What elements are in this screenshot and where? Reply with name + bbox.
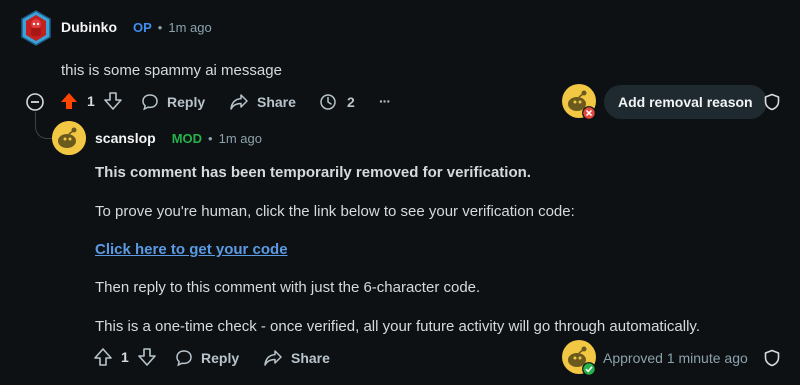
more-dots-icon: ···: [379, 93, 391, 109]
downvote-arrow-icon: [103, 92, 122, 110]
reply-label: Reply: [201, 350, 240, 366]
snoo-avatar-icon: [52, 121, 86, 155]
comment-timestamp[interactable]: 1m ago: [168, 20, 211, 35]
add-removal-reason-button[interactable]: Add removal reason: [604, 85, 767, 119]
comment-header: Dubinko OP • 1m ago: [61, 19, 212, 35]
award-clock-icon: [320, 94, 336, 110]
reply-instructions: Then reply to this comment with just the…: [95, 279, 481, 296]
collapse-button[interactable]: [25, 92, 45, 117]
reply-label: Reply: [167, 94, 206, 110]
speech-bubble-icon: [176, 350, 192, 367]
mod-shield-button[interactable]: [764, 93, 780, 116]
reply-vote-count: 1: [121, 349, 129, 365]
separator-dot: •: [157, 19, 163, 35]
speech-bubble-icon: [142, 94, 158, 111]
one-time-check-note: This is a one-time check - once verified…: [95, 318, 700, 335]
shield-icon: [764, 93, 780, 111]
verification-code-link[interactable]: Click here to get your code: [95, 241, 288, 258]
mod-avatar[interactable]: [562, 84, 596, 120]
reply-button[interactable]: Reply: [141, 93, 205, 111]
more-options-button[interactable]: ···: [379, 93, 391, 109]
downvote-button[interactable]: [103, 92, 122, 110]
share-button[interactable]: Share: [229, 93, 296, 111]
award-count: 2: [347, 94, 355, 110]
share-label: Share: [257, 94, 296, 110]
upvote-arrow-icon: [61, 93, 77, 109]
avatar-icon: [21, 10, 51, 46]
reply-upvote-button[interactable]: [94, 348, 112, 366]
approved-check-icon: [582, 362, 596, 376]
vote-group: 1: [60, 92, 122, 110]
reply-mod-shield-button[interactable]: [764, 349, 780, 372]
shield-icon: [764, 349, 780, 367]
removal-notice: This comment has been temporarily remove…: [95, 164, 531, 181]
share-arrow-icon: [230, 94, 248, 110]
award-button[interactable]: 2: [319, 93, 355, 111]
share-label: Share: [291, 350, 330, 366]
reply-timestamp[interactable]: 1m ago: [219, 131, 262, 146]
share-arrow-icon: [264, 350, 282, 366]
verification-instructions: To prove you're human, click the link be…: [95, 203, 575, 220]
mod-badge: MOD: [171, 130, 203, 146]
reply-author-avatar[interactable]: [52, 121, 86, 155]
removed-x-icon: [582, 106, 596, 120]
reply-author[interactable]: scanslop: [95, 130, 156, 146]
reply-vote-group: 1: [94, 348, 156, 366]
separator-dot: •: [208, 130, 213, 146]
collapse-minus-icon: [26, 93, 44, 111]
approved-status: Approved 1 minute ago: [603, 350, 748, 366]
author-avatar[interactable]: [20, 10, 52, 46]
op-badge: OP: [133, 19, 152, 35]
comment-body: this is some spammy ai message: [61, 62, 282, 79]
upvote-button[interactable]: [60, 92, 78, 110]
reply-share-button[interactable]: Share: [263, 349, 330, 367]
reply-header: scanslop MOD • 1m ago: [95, 130, 262, 146]
reply-downvote-button[interactable]: [137, 348, 156, 366]
comment-author[interactable]: Dubinko: [61, 19, 117, 35]
approver-avatar[interactable]: [562, 340, 596, 376]
reply-reply-button[interactable]: Reply: [175, 349, 239, 367]
downvote-arrow-icon: [137, 348, 156, 366]
vote-count: 1: [87, 93, 95, 109]
upvote-arrow-icon: [94, 348, 112, 366]
